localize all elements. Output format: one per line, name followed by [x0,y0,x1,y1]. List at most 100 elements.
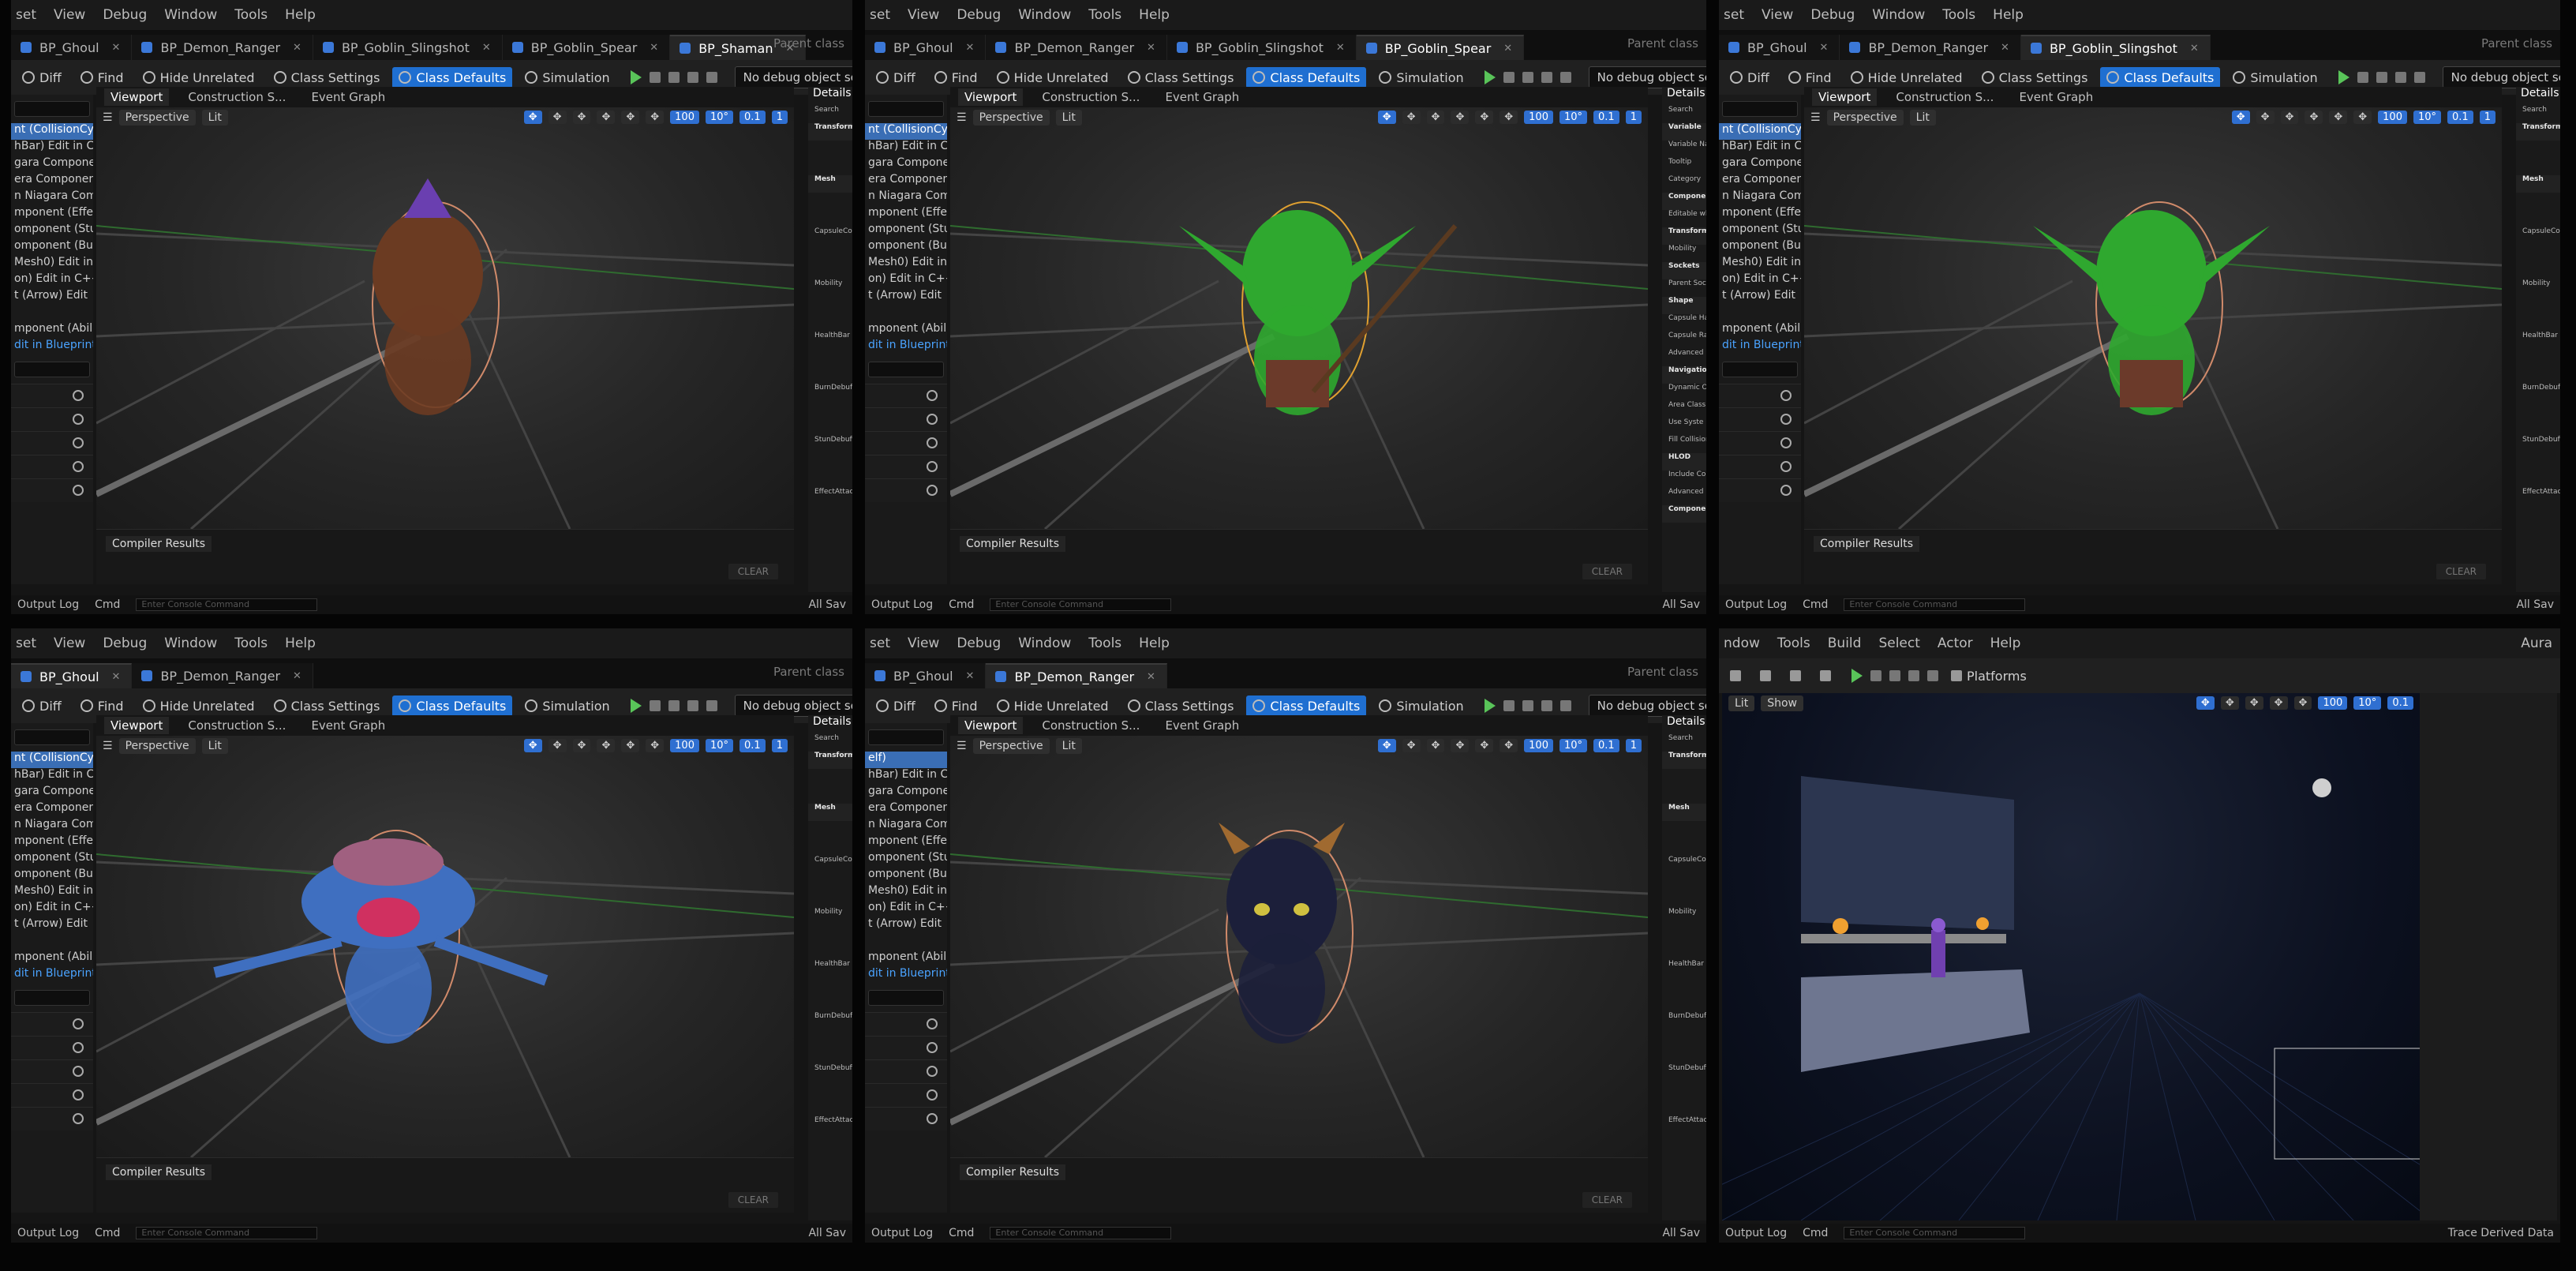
details-value-field[interactable] [1662,1029,1706,1047]
character-preview[interactable] [950,736,1648,1157]
clear-button[interactable]: CLEAR [2436,564,2486,579]
details-value-field[interactable] [1662,977,1706,995]
close-icon[interactable]: ✕ [1503,43,1512,54]
details-row[interactable]: EffectAttac [2516,488,2560,505]
tab-bp-ghoul[interactable]: BP_Ghoul ✕ [865,663,987,688]
component-item[interactable]: Mesh0) Edit in [865,256,947,272]
component-item[interactable]: Mesh0) Edit in [865,884,947,901]
snap-grid[interactable]: 100 [2378,111,2407,124]
add-icon[interactable] [73,390,84,401]
details-value-field[interactable] [808,314,852,332]
details-value-field[interactable] [2516,366,2560,384]
add-icon[interactable] [927,437,938,448]
add-icon[interactable] [73,1018,84,1029]
tab-construction-script[interactable]: Construction S... [182,88,292,106]
class-settings-button[interactable]: Class Settings [268,695,387,717]
class-settings-button[interactable]: Class Settings [1121,695,1241,717]
add-icon[interactable] [927,1113,938,1124]
diff-button[interactable]: Diff [870,695,922,717]
pause-icon[interactable] [1889,670,1900,681]
move-icon[interactable]: ✥ [2220,696,2239,710]
tab-event-graph[interactable]: Event Graph [2012,88,2099,106]
component-item[interactable]: n Niagara Com [865,818,947,834]
details-row[interactable]: Componen [1662,193,1706,210]
details-row[interactable]: Tooltip [1662,158,1706,175]
details-value-field[interactable] [1662,925,1706,943]
menu-item-5[interactable]: Help [285,7,316,23]
component-item[interactable]: hBar) Edit in C [11,140,93,156]
details-row[interactable]: Componen [1662,505,1706,523]
component-item[interactable]: omponent (BurnD [865,868,947,884]
menu-item-5[interactable]: Help [1990,636,2021,651]
details-value-field[interactable] [1662,1082,1706,1099]
component-item[interactable]: omponent (BurnD [11,868,93,884]
component-item[interactable]: hBar) Edit in C [11,768,93,785]
details-row[interactable]: EffectAttac [1662,1116,1706,1134]
console-input[interactable]: Enter Console Command [1844,598,2026,611]
pause-icon[interactable] [2376,72,2387,83]
play-icon[interactable] [630,699,642,713]
find-button[interactable]: Find [74,67,130,88]
lit-button[interactable]: Lit [1728,695,1755,711]
debug-object-select[interactable]: No debug object selected [1588,695,1706,717]
tab-viewport[interactable]: Viewport [1812,88,1878,106]
my-blueprint-search-input[interactable] [1722,362,1798,377]
component-item[interactable]: on) Edit in C++ [11,272,93,289]
component-item[interactable]: t (Arrow) Edit [1719,289,1801,306]
my-blueprint-row[interactable] [1719,455,1801,478]
add-icon[interactable] [73,437,84,448]
snap-angle[interactable]: 10° [705,739,734,752]
details-value-field[interactable] [1662,890,1706,908]
details-value-field[interactable] [2516,453,2560,471]
tab-viewport[interactable]: Viewport [958,88,1024,106]
all-saved-label[interactable]: All Sav [808,598,846,611]
menu-item-3[interactable]: Window [164,7,217,23]
add-icon[interactable] [1780,390,1792,401]
details-value-field[interactable] [808,1099,852,1116]
details-value-field[interactable] [808,523,852,540]
lit-button[interactable]: Lit [1055,738,1082,754]
compiler-results-tab[interactable]: Compiler Results [1814,536,1920,552]
details-row[interactable]: Capsule Ha [1662,314,1706,332]
component-item[interactable]: omponent (StunD [865,223,947,239]
cmd-select[interactable]: Cmd [95,598,120,611]
simulation-button[interactable]: Simulation [519,67,616,88]
component-item[interactable] [865,306,947,322]
hamburger-icon[interactable]: ☰ [103,111,113,124]
all-saved-label[interactable]: All Sav [1662,1227,1700,1239]
hide-unrelated-button[interactable]: Hide Unrelated [990,695,1115,717]
select-icon[interactable]: ✥ [1377,739,1396,752]
details-row[interactable]: HealthBar [808,960,852,977]
mode-button[interactable] [1724,667,1747,684]
menu-item-5[interactable]: Help [1139,636,1170,651]
details-row[interactable]: Fill Collision [1662,436,1706,453]
component-item[interactable]: mponent (Effec [865,206,947,223]
class-settings-button[interactable]: Class Settings [268,67,387,88]
simulation-button[interactable]: Simulation [1372,67,1470,88]
class-settings-button[interactable]: Class Settings [1975,67,2095,88]
output-log-button[interactable]: Output Log [17,1227,79,1239]
component-item[interactable]: n Niagara Com [11,189,93,206]
diff-button[interactable]: Diff [16,67,68,88]
details-row[interactable]: CapsuleCo [808,227,852,245]
details-value-field[interactable] [808,838,852,856]
scale-icon[interactable]: ✥ [2305,111,2323,124]
add-icon[interactable] [73,485,84,496]
components-search-input[interactable] [868,101,944,117]
select-icon[interactable]: ✥ [2231,111,2250,124]
hamburger-icon[interactable]: ☰ [957,740,967,752]
component-item[interactable]: dit in Blueprint [11,339,93,355]
component-item[interactable]: dit in Blueprint [11,967,93,984]
details-row[interactable]: Mesh [808,804,852,821]
add-icon[interactable] [73,461,84,472]
viewport-canvas[interactable]: ☰ Perspective Lit ✥ ✥ ✥ ✥ ✥ ✥ 100 10° 0.1 1 [96,107,794,529]
details-value-field[interactable] [1662,1099,1706,1116]
snap-grid[interactable]: 100 [2318,696,2348,710]
tab-bp-ghoul[interactable]: BP_Ghoul ✕ [1719,35,1840,60]
details-row[interactable]: BurnDebuff [808,1012,852,1029]
close-icon[interactable]: ✕ [482,42,491,54]
close-icon[interactable]: ✕ [966,42,975,54]
simulation-button[interactable]: Simulation [2226,67,2323,88]
hide-unrelated-button[interactable]: Hide Unrelated [137,67,261,88]
details-row[interactable]: Variable Na [1662,141,1706,158]
